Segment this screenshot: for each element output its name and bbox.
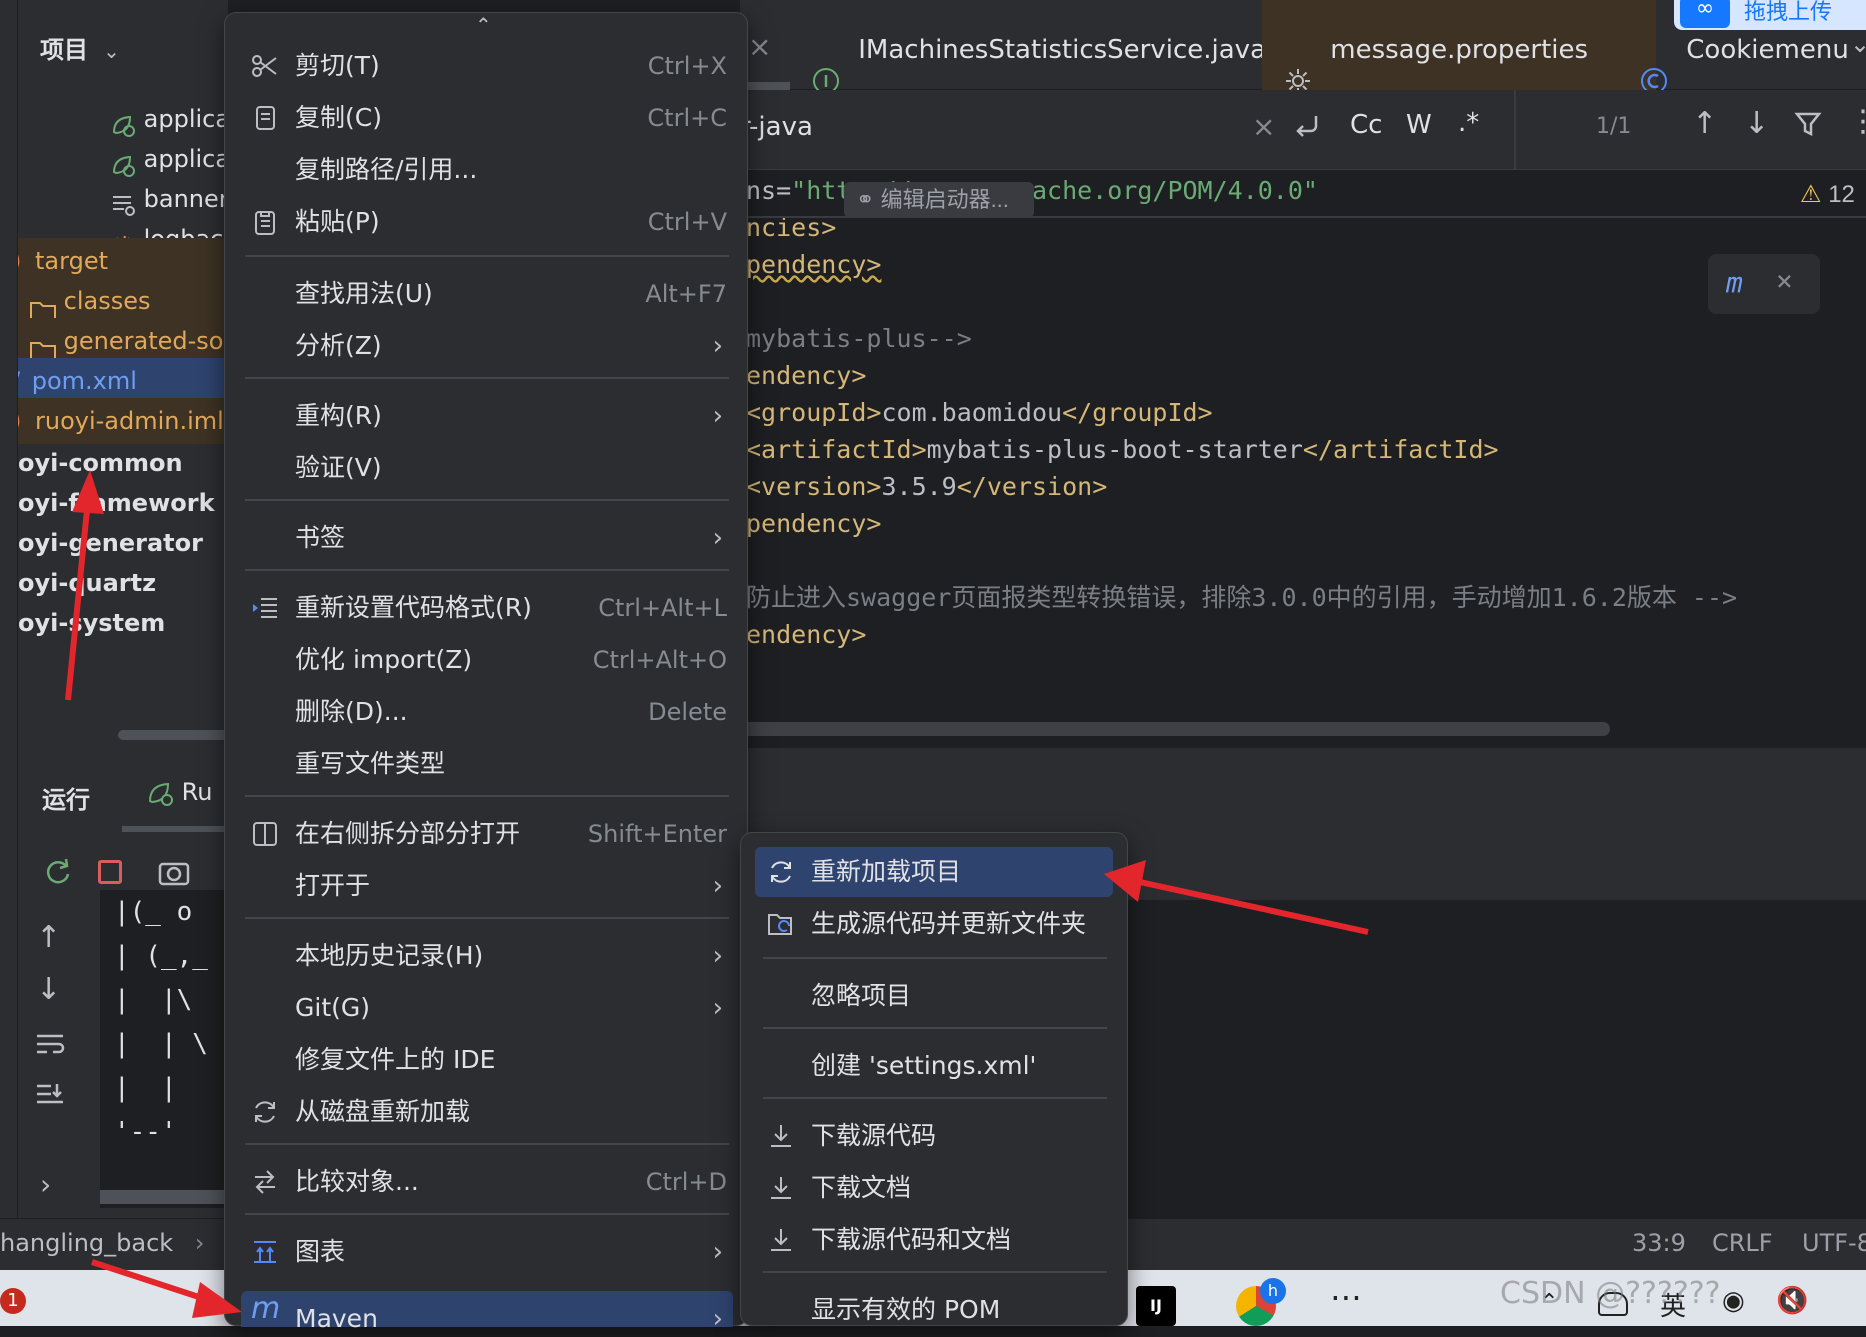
- annotation-arrow: [1104, 860, 1369, 935]
- annotation-arrows: [65, 470, 1369, 1318]
- annotation-arrow: [91, 1259, 242, 1318]
- annotation-arrow: [65, 470, 104, 701]
